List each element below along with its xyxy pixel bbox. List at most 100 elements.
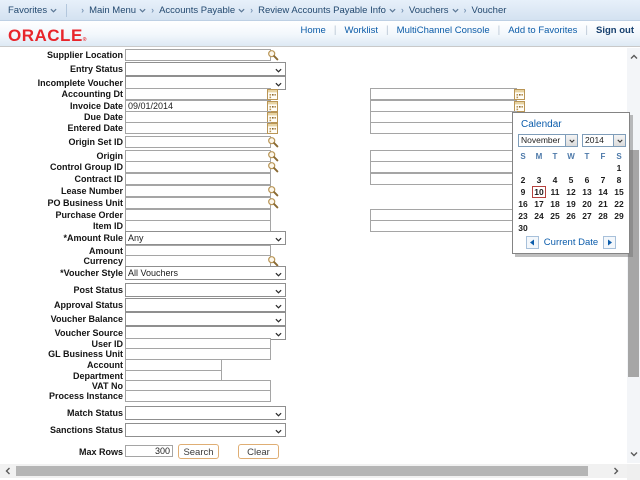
- voucher-search-page: Favorites › Main Menu › Accounts Payable ›…: [0, 0, 640, 480]
- calendar-empty-cell: [531, 163, 547, 174]
- calendar-day[interactable]: 23: [515, 211, 531, 222]
- origin-set-id-input[interactable]: [125, 136, 271, 148]
- weekday-label: M: [535, 152, 543, 161]
- entry-status-label: Entry Status: [69, 64, 123, 74]
- calendar-day[interactable]: 24: [531, 211, 547, 222]
- calendar-day[interactable]: 8: [611, 175, 627, 186]
- calendar-day[interactable]: 5: [563, 175, 579, 186]
- calendar-day[interactable]: 17: [531, 199, 547, 210]
- voucher-style-select[interactable]: All Vouchers: [125, 266, 286, 280]
- horizontal-scrollbar-thumb[interactable]: [16, 466, 588, 476]
- sanctions-status-label: Sanctions Status: [49, 425, 123, 435]
- breadcrumb-item-accounts-payable[interactable]: Accounts Payable: [159, 5, 245, 16]
- header-link-worklist[interactable]: Worklist: [344, 25, 378, 36]
- breadcrumb-divider: [66, 3, 68, 17]
- scroll-up-icon[interactable]: [630, 53, 638, 61]
- breadcrumb-item-main-menu[interactable]: Main Menu: [89, 5, 146, 16]
- entry-status-select[interactable]: [125, 62, 286, 76]
- control-group-id-to-input[interactable]: [370, 161, 517, 173]
- calendar-day[interactable]: 14: [595, 187, 611, 198]
- entered-date-to-input[interactable]: [370, 122, 517, 134]
- control-group-id-input[interactable]: [125, 161, 271, 173]
- calendar-day[interactable]: 28: [595, 211, 611, 222]
- header-link-multichannel-console[interactable]: MultiChannel Console: [397, 25, 490, 36]
- calendar-day[interactable]: 25: [547, 211, 563, 222]
- accounting-dt-input[interactable]: [125, 88, 271, 100]
- voucher-balance-select[interactable]: [125, 312, 286, 326]
- current-date-link[interactable]: Current Date: [544, 237, 598, 248]
- calendar-day[interactable]: 26: [563, 211, 579, 222]
- calendar-day[interactable]: 10: [531, 186, 547, 198]
- calendar-day[interactable]: 22: [611, 199, 627, 210]
- sanctions-status-select[interactable]: [125, 423, 286, 437]
- breadcrumb-item-vouchers[interactable]: Vouchers: [409, 5, 459, 16]
- calendar-day[interactable]: 19: [563, 199, 579, 210]
- calendar-day[interactable]: 30: [515, 223, 531, 234]
- calendar-month-select[interactable]: November: [518, 134, 578, 147]
- calendar-year-select[interactable]: 2014: [582, 134, 626, 147]
- lease-number-input[interactable]: [125, 185, 271, 197]
- calendar-day[interactable]: 2: [515, 175, 531, 186]
- entered-date-input[interactable]: [125, 122, 271, 134]
- chevron-down-icon: [139, 7, 146, 14]
- supplier-location-input[interactable]: [125, 49, 271, 61]
- item-id-to-input[interactable]: [370, 220, 517, 232]
- calendar-day[interactable]: 21: [595, 199, 611, 210]
- breadcrumb-item-review-accounts-payable-info[interactable]: Review Accounts Payable Info: [258, 5, 396, 16]
- chevron-down-icon[interactable]: [613, 135, 625, 146]
- breadcrumb-item-label: Vouchers: [408, 4, 449, 16]
- calendar-day[interactable]: 15: [611, 187, 627, 198]
- calendar-day[interactable]: 9: [515, 187, 531, 198]
- po-business-unit-input[interactable]: [125, 197, 271, 209]
- search-button[interactable]: Search: [178, 444, 219, 459]
- calendar-day[interactable]: 4: [547, 175, 563, 186]
- entered-date-label: Entered Date: [67, 123, 123, 133]
- vertical-scrollbar[interactable]: [627, 48, 640, 463]
- calendar-day[interactable]: 1: [611, 163, 627, 174]
- contract-id-input[interactable]: [125, 173, 271, 185]
- chevron-down-icon: [275, 317, 282, 324]
- accounting-dt-to-input[interactable]: [370, 88, 517, 100]
- horizontal-scrollbar[interactable]: [0, 464, 627, 478]
- post-status-select[interactable]: [125, 283, 286, 297]
- favorites-menu[interactable]: Favorites: [8, 5, 57, 16]
- process-instance-input[interactable]: [125, 390, 271, 402]
- next-month-icon[interactable]: [603, 236, 617, 249]
- contract-id-to-input[interactable]: [370, 173, 517, 185]
- amount-rule-select[interactable]: Any: [125, 231, 286, 245]
- control-group-id-label: Control Group ID: [50, 162, 123, 172]
- previous-month-icon[interactable]: [525, 236, 539, 249]
- link-separator: |: [497, 24, 501, 36]
- scroll-left-icon[interactable]: [4, 467, 12, 475]
- breadcrumb-item-voucher[interactable]: Voucher: [472, 5, 507, 16]
- calendar-day[interactable]: 3: [531, 175, 547, 186]
- calendar-day[interactable]: 11: [547, 187, 563, 198]
- calendar-day[interactable]: 20: [579, 199, 595, 210]
- weekday-label: S: [520, 152, 526, 161]
- calendar-empty-cell: [531, 223, 547, 234]
- match-status-label: Match Status: [66, 408, 123, 418]
- chevron-down-icon[interactable]: [565, 135, 577, 146]
- sign-out-link[interactable]: Sign out: [596, 25, 634, 36]
- scroll-right-icon[interactable]: [612, 467, 620, 475]
- approval-status-select[interactable]: [125, 298, 286, 312]
- calendar-day[interactable]: 18: [547, 199, 563, 210]
- calendar-empty-cell: [579, 163, 595, 174]
- scroll-down-icon[interactable]: [630, 450, 638, 458]
- calendar-year-value: 2014: [585, 135, 604, 145]
- calendar-day[interactable]: 7: [595, 175, 611, 186]
- calendar-day[interactable]: 29: [611, 211, 627, 222]
- calendar-day[interactable]: 16: [515, 199, 531, 210]
- calendar-day[interactable]: 6: [579, 175, 595, 186]
- header-link-add-to-favorites[interactable]: Add to Favorites: [508, 25, 577, 36]
- calendar-day[interactable]: 27: [579, 211, 595, 222]
- calendar-day[interactable]: 12: [563, 187, 579, 198]
- max-rows-input[interactable]: 300: [125, 445, 173, 457]
- match-status-select[interactable]: [125, 406, 286, 420]
- calendar-day[interactable]: 13: [579, 187, 595, 198]
- header-link-home[interactable]: Home: [300, 25, 325, 36]
- calendar-title: Calendar: [521, 119, 562, 130]
- clear-button[interactable]: Clear: [238, 444, 279, 459]
- chevron-down-icon: [275, 67, 282, 74]
- calendar-month-value: November: [521, 135, 561, 145]
